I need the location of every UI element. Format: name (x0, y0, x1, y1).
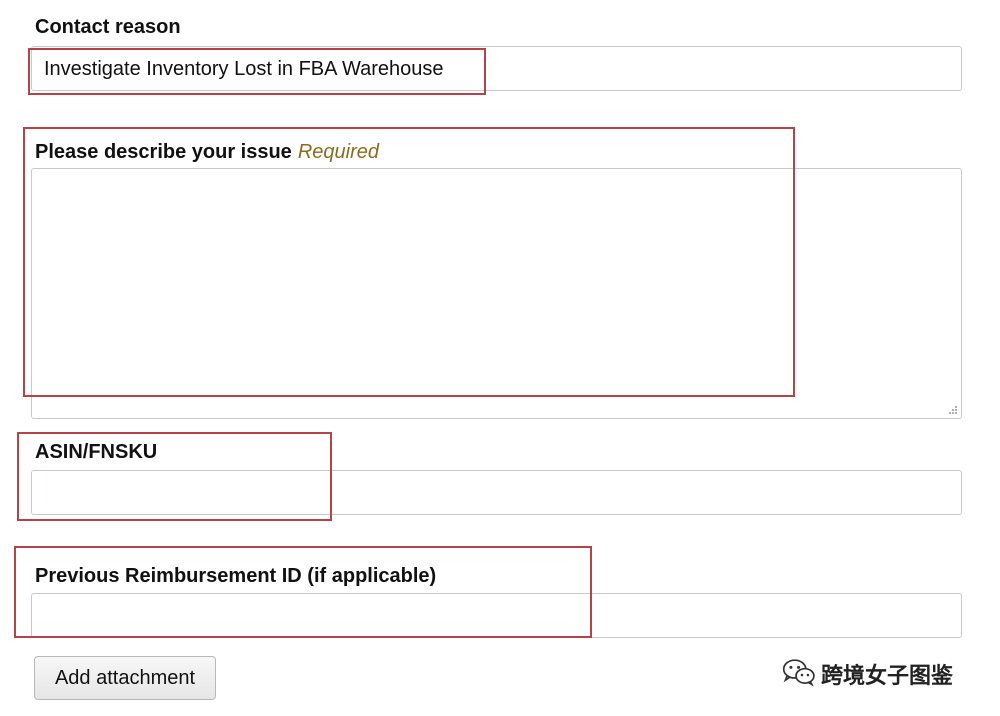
watermark-text: 跨境女子图鉴 (821, 663, 954, 688)
contact-reason-label: Contact reason (35, 16, 181, 38)
asin-fnsku-label: ASIN/FNSKU (35, 441, 158, 463)
add-attachment-button[interactable]: Add attachment (34, 656, 216, 700)
resize-grip-icon[interactable] (948, 405, 958, 415)
previous-reimbursement-label: Previous Reimbursement ID (if applicable… (35, 565, 437, 587)
asin-fnsku-input[interactable] (31, 470, 962, 515)
issue-description-label: Please describe your issue Required (35, 141, 379, 164)
required-tag: Required (297, 141, 379, 163)
previous-reimbursement-input[interactable] (31, 593, 962, 638)
issue-description-textarea[interactable] (31, 168, 962, 419)
contact-reason-value: Investigate Inventory Lost in FBA Wareho… (44, 58, 444, 80)
wechat-icon (782, 659, 815, 687)
issue-description-label-text: Please describe your issue (35, 141, 292, 163)
contact-reason-field[interactable]: Investigate Inventory Lost in FBA Wareho… (31, 46, 962, 91)
